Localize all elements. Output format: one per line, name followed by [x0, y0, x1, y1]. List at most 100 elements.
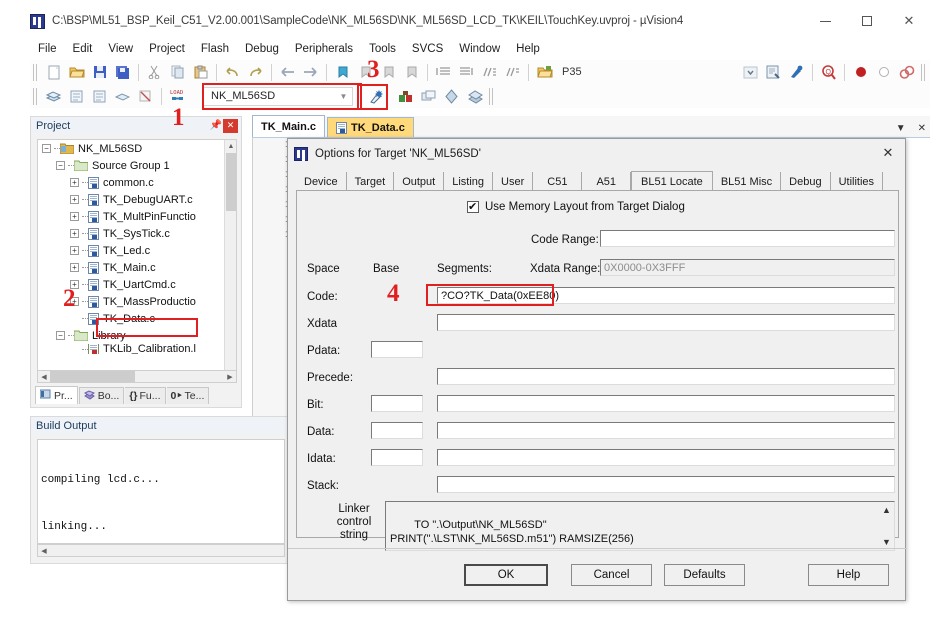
- bit-segment-field[interactable]: [437, 395, 895, 412]
- panel-tab-project[interactable]: Pr...: [35, 386, 78, 404]
- tree-item-tk-data-c[interactable]: TK_Data.c: [38, 310, 236, 327]
- translate-icon[interactable]: [112, 86, 133, 107]
- tab-user[interactable]: User: [493, 172, 534, 191]
- menu-edit[interactable]: Edit: [65, 41, 101, 57]
- save-icon[interactable]: [89, 62, 110, 83]
- stack-segment-field[interactable]: [437, 476, 895, 493]
- save-all-icon[interactable]: [112, 62, 133, 83]
- scroll-up-icon[interactable]: ▲: [225, 140, 236, 152]
- chevron-down-icon[interactable]: ▼: [335, 88, 352, 105]
- minimize-button[interactable]: [804, 7, 846, 35]
- stop-build-icon[interactable]: [135, 86, 156, 107]
- tree-item-library[interactable]: − Library: [38, 327, 236, 344]
- chevron-down-icon[interactable]: ▼: [896, 123, 906, 134]
- scroll-left-icon[interactable]: ◀: [38, 545, 50, 557]
- tree-expander[interactable]: +: [70, 229, 79, 238]
- maximize-button[interactable]: [846, 7, 888, 35]
- tree-item-common-c[interactable]: + common.c: [38, 174, 236, 191]
- components-icon[interactable]: [441, 86, 462, 107]
- scroll-right-icon[interactable]: ▶: [224, 371, 236, 382]
- books-icon[interactable]: [464, 86, 485, 107]
- use-memory-layout-checkbox-row[interactable]: Use Memory Layout from Target Dialog: [467, 200, 685, 213]
- manage-project-items-icon[interactable]: [395, 86, 416, 107]
- open-file-icon[interactable]: [66, 62, 87, 83]
- outdent-icon[interactable]: [456, 62, 477, 83]
- code-range-input[interactable]: [600, 230, 895, 247]
- undo-icon[interactable]: [222, 62, 243, 83]
- menu-help[interactable]: Help: [508, 41, 548, 57]
- tree-item-source-group-1[interactable]: − Source Group 1: [38, 157, 236, 174]
- tree-item-tk-main-c[interactable]: + TK_Main.c: [38, 259, 236, 276]
- build-output-hscrollbar[interactable]: ◀: [37, 544, 285, 557]
- panel-tab-functions[interactable]: {} Fu...: [125, 387, 166, 404]
- scroll-left-icon[interactable]: ◀: [38, 371, 50, 382]
- idata-segment-field[interactable]: [437, 449, 895, 466]
- redo-icon[interactable]: [245, 62, 266, 83]
- project-tree-scrollbar[interactable]: ▲ ▼: [224, 140, 236, 381]
- menu-peripherals[interactable]: Peripherals: [287, 41, 361, 57]
- toolbar-grip[interactable]: [33, 87, 39, 105]
- build-output-text[interactable]: compiling lcd.c... linking... Program Si…: [37, 439, 285, 544]
- cancel-button[interactable]: Cancel: [571, 564, 652, 586]
- tree-expander[interactable]: −: [42, 144, 51, 153]
- record-icon[interactable]: [850, 62, 871, 83]
- tab-bl51-misc[interactable]: BL51 Misc: [713, 172, 782, 191]
- scrollbar-thumb[interactable]: [226, 153, 236, 211]
- toolbar-grip[interactable]: [33, 63, 39, 81]
- tab-c51[interactable]: C51: [533, 172, 583, 191]
- bookmark-clear-icon[interactable]: [401, 62, 422, 83]
- tree-expander[interactable]: +: [70, 212, 79, 221]
- uncomment-icon[interactable]: [502, 62, 523, 83]
- chevron-down-icon[interactable]: ▼: [882, 535, 891, 549]
- editor-tab-tk-main-c[interactable]: TK_Main.c: [252, 115, 326, 137]
- paste-icon[interactable]: [190, 62, 211, 83]
- pin-icon[interactable]: 📌: [209, 119, 223, 133]
- options-for-target-icon[interactable]: [367, 86, 388, 107]
- tree-expander[interactable]: +: [70, 195, 79, 204]
- panel-tab-templates[interactable]: 0‣ Te...: [166, 387, 210, 404]
- circle-icon[interactable]: [873, 62, 894, 83]
- pdata-base-field[interactable]: [371, 341, 423, 358]
- linker-textarea-scrollbar[interactable]: ▲ ▼: [880, 503, 893, 549]
- menu-tools[interactable]: Tools: [361, 41, 404, 57]
- panel-tab-books[interactable]: Bo...: [78, 387, 125, 404]
- ok-button[interactable]: OK: [464, 564, 548, 586]
- tab-listing[interactable]: Listing: [444, 172, 494, 191]
- data-segment-field[interactable]: [437, 422, 895, 439]
- menu-svcs[interactable]: SVCS: [404, 41, 451, 57]
- tab-bl51-locate[interactable]: BL51 Locate: [631, 171, 713, 192]
- menu-window[interactable]: Window: [451, 41, 508, 57]
- editor-tab-tk-data-c[interactable]: TK_Data.c: [327, 117, 414, 137]
- navigate-back-icon[interactable]: [277, 62, 298, 83]
- new-file-icon[interactable]: [43, 62, 64, 83]
- linker-control-string-textarea[interactable]: TO ".\Output\NK_ML56SD" PRINT(".\LST\NK_…: [385, 501, 895, 551]
- menu-project[interactable]: Project: [141, 41, 193, 57]
- idata-base-field[interactable]: [371, 449, 423, 466]
- cut-icon[interactable]: [144, 62, 165, 83]
- link-icon[interactable]: [896, 62, 917, 83]
- tree-item-tk-led-c[interactable]: + TK_Led.c: [38, 242, 236, 259]
- tree-item-tk-systick-c[interactable]: + TK_SysTick.c: [38, 225, 236, 242]
- multi-project-icon[interactable]: [418, 86, 439, 107]
- xdata-range-input[interactable]: 0X0000-0X3FFF: [600, 259, 895, 276]
- tree-expander[interactable]: −: [56, 331, 65, 340]
- use-memory-layout-checkbox[interactable]: [467, 200, 479, 213]
- bit-base-field[interactable]: [371, 395, 423, 412]
- chevron-up-icon[interactable]: ▲: [882, 503, 891, 517]
- rebuild-icon[interactable]: [66, 86, 87, 107]
- tab-device[interactable]: Device: [296, 172, 347, 191]
- close-icon[interactable]: ✕: [918, 123, 926, 134]
- find-in-files-icon[interactable]: Q: [818, 62, 839, 83]
- dropdown-arrow-icon[interactable]: [740, 62, 761, 83]
- batch-build-icon[interactable]: [89, 86, 110, 107]
- help-button[interactable]: Help: [808, 564, 889, 586]
- precede-segment-field[interactable]: [437, 368, 895, 385]
- open-project-folder-icon[interactable]: [534, 62, 555, 83]
- config-wizard-icon[interactable]: [763, 62, 784, 83]
- project-tree-hscrollbar[interactable]: ◀ ▶: [37, 370, 237, 383]
- build-icon[interactable]: [43, 86, 64, 107]
- indent-icon[interactable]: [433, 62, 454, 83]
- close-button[interactable]: ✕: [888, 7, 930, 35]
- bookmark-next-icon[interactable]: [378, 62, 399, 83]
- xdata-segment-field[interactable]: [437, 314, 895, 331]
